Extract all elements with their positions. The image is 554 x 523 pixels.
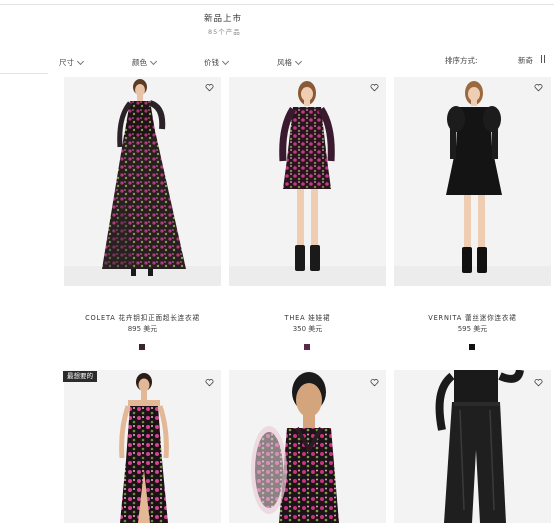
product-count: 85个产品 [208,28,241,36]
most-wanted-badge: 最想要的 [63,371,97,382]
color-swatch[interactable] [304,344,310,350]
chevron-down-icon [294,57,303,65]
product-name[interactable]: THEA 娃娃裙 [229,312,386,322]
heart-outline-icon[interactable] [370,378,379,387]
page-title: 新品上市 [204,14,243,24]
filter-price[interactable]: 价钱 [204,57,230,68]
filter-color[interactable]: 颜色 [132,57,158,68]
color-swatch[interactable] [469,344,475,350]
chevron-down-icon [149,57,158,65]
filter-size-label: 尺寸 [59,58,74,67]
sort-select[interactable]: 新奇 [518,55,533,66]
product-name[interactable]: VERNITA 蕾丝迷你连衣裙 [394,312,551,322]
heart-outline-icon[interactable] [205,378,214,387]
sort-label: 排序方式: [445,56,478,65]
sidebar-divider [0,73,48,74]
chevron-down-icon [76,57,85,65]
product-price: 350 美元 [292,325,323,333]
heart-outline-icon[interactable] [534,378,543,387]
product-image-coleta[interactable] [64,77,221,286]
product-image-floral-slip-dress[interactable] [64,370,221,523]
product-image-leather-pants[interactable] [394,370,551,523]
filter-price-label: 价钱 [204,58,219,67]
grid-view-icon[interactable] [541,55,545,63]
product-image-floral-organza-blouse[interactable] [229,370,386,523]
filter-style[interactable]: 风格 [277,57,303,68]
product-price: 595 美元 [457,325,488,333]
filter-size[interactable]: 尺寸 [59,57,85,68]
heart-outline-icon[interactable] [370,83,379,92]
filter-color-label: 颜色 [132,58,147,67]
filter-style-label: 风格 [277,58,292,67]
product-price: 895 美元 [127,325,158,333]
top-divider [0,4,554,5]
product-image-thea[interactable] [229,77,386,286]
heart-outline-icon[interactable] [205,83,214,92]
product-name[interactable]: COLETA 花卉钥扣正面超长连衣裙 [64,312,221,322]
color-swatch[interactable] [139,344,145,350]
chevron-down-icon [221,57,230,65]
product-image-vernita[interactable] [394,77,551,286]
heart-outline-icon[interactable] [534,83,543,92]
